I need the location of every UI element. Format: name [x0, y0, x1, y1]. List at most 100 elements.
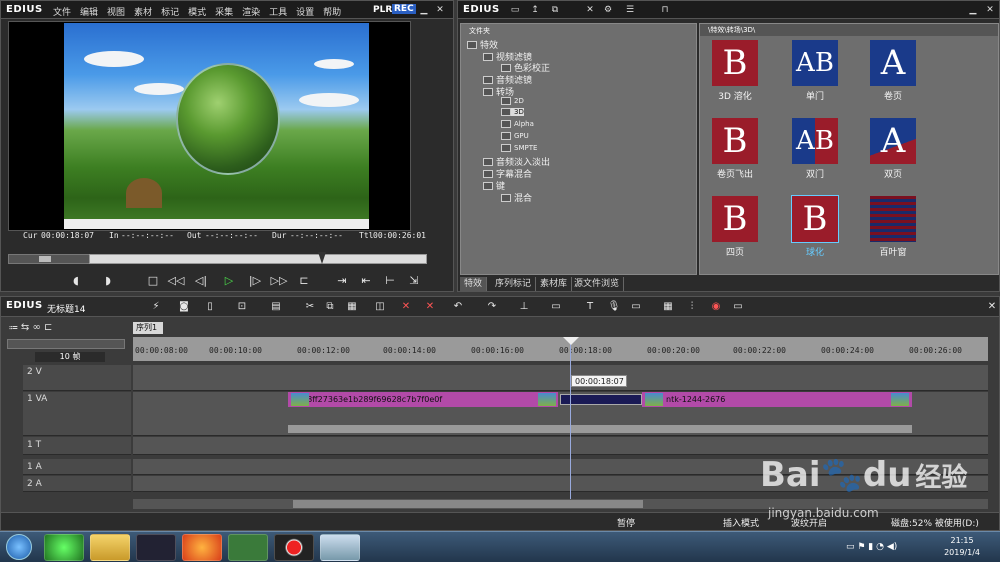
track-tools-icon[interactable]: ⩴ ⇆ ∞ ⊏ [9, 322, 52, 333]
tree-node-alpha[interactable]: Alpha [501, 120, 534, 128]
effect-blinds[interactable]: 百叶窗 [868, 196, 918, 258]
insert-icon[interactable]: ⇥ [333, 274, 351, 288]
replace-icon[interactable]: ◫ [373, 301, 387, 313]
track-head-1t[interactable]: 1 T [23, 437, 131, 455]
save-icon[interactable]: ▤ [269, 301, 283, 313]
settings-icon[interactable]: ⚙ [601, 4, 615, 16]
microphone-icon[interactable]: 🎙 [607, 301, 621, 313]
close-icon[interactable]: ✕ [433, 4, 447, 16]
qq-icon[interactable] [136, 534, 176, 561]
close-icon[interactable]: ✕ [983, 4, 997, 16]
set-out-icon[interactable]: ◗ [99, 274, 117, 288]
minimize-icon[interactable]: ▁ [417, 4, 431, 16]
plr-toggle[interactable]: PLR [373, 5, 392, 15]
app-icon[interactable] [320, 534, 360, 561]
recorder-icon[interactable] [274, 534, 314, 561]
audio-waveform-bar[interactable] [288, 425, 912, 433]
tray-icons[interactable]: ▭ ⚑ ▮ ◔ ◀) [846, 542, 897, 552]
tab-bin[interactable]: 素材库 [536, 277, 573, 291]
menu-marker[interactable]: 标记 [161, 5, 179, 18]
zoom-level[interactable]: 10 帧 [35, 352, 105, 362]
scrollbar-thumb[interactable] [293, 500, 643, 508]
effect-double-door[interactable]: AB 双门 [790, 118, 840, 180]
fast-forward-icon[interactable]: ▷▷ [270, 274, 288, 288]
snap-icon[interactable]: ▭ [549, 301, 563, 313]
close-icon[interactable]: ✕ [985, 301, 999, 313]
time-ruler[interactable]: 00:00:08:00 00:00:10:00 00:00:12:00 00:0… [133, 337, 988, 361]
split-icon[interactable]: ⊢ [381, 274, 399, 288]
minimize-icon[interactable]: ▁ [966, 4, 980, 16]
effect-four-pages[interactable]: B 四页 [710, 196, 760, 258]
new-icon[interactable]: ▯ [203, 301, 217, 313]
position-slider[interactable] [89, 254, 427, 264]
firefox-icon[interactable] [182, 534, 222, 561]
menu-render[interactable]: 渲染 [242, 5, 260, 18]
delete-icon[interactable]: ✕ [399, 301, 413, 313]
transition-clip[interactable] [560, 394, 642, 405]
effect-sphere[interactable]: B 球化 [790, 195, 840, 258]
clock[interactable]: 21:15 2019/1/4 [944, 535, 980, 559]
menu-capture[interactable]: 采集 [215, 5, 233, 18]
delete-icon[interactable]: ✕ [583, 4, 597, 16]
effect-page-fly-out[interactable]: B 卷页飞出 [710, 118, 760, 180]
track-head-2a[interactable]: 2 A [23, 476, 131, 492]
layout-icon[interactable]: ▭ [731, 301, 745, 313]
grid-icon[interactable]: ▦ [661, 301, 675, 313]
split-clip-icon[interactable]: ⊥ [517, 301, 531, 313]
menu-help[interactable]: 帮助 [323, 5, 341, 18]
folder-icon[interactable]: ▭ [508, 4, 522, 16]
view-icon[interactable]: ⧉ [548, 4, 562, 16]
start-button[interactable] [6, 534, 32, 560]
tree-node-smpte[interactable]: SMPTE [501, 144, 537, 152]
tree-node-gpu[interactable]: GPU [501, 132, 529, 140]
undo-icon[interactable]: ↶ [451, 301, 465, 313]
record-icon[interactable]: ◉ [709, 301, 723, 313]
effect-single-door[interactable]: AB 单门 [790, 40, 840, 102]
stop-icon[interactable]: □ [144, 274, 162, 288]
step-forward-icon[interactable]: |▷ [246, 274, 264, 288]
effect-page-curl[interactable]: A 卷页 [868, 40, 918, 102]
ripple-delete-icon[interactable]: ✕ [423, 301, 437, 313]
edius-icon[interactable] [228, 534, 268, 561]
play-icon[interactable]: ▷ [220, 274, 238, 288]
zoom-slider[interactable] [7, 339, 125, 349]
effect-3d-dissolve[interactable]: B 3D 溶化 [710, 40, 760, 102]
tab-effects[interactable]: 特效 [460, 277, 488, 291]
cut-icon[interactable]: ✂ [303, 301, 317, 313]
track-head-1va[interactable]: 1 VA [23, 392, 131, 436]
menu-edit[interactable]: 编辑 [80, 5, 98, 18]
paste-icon[interactable]: ▦ [345, 301, 359, 313]
export-icon[interactable]: ⇲ [405, 274, 423, 288]
tree-node-2d[interactable]: 2D [501, 97, 524, 105]
video-clip-2[interactable]: ntk-1244-2676 [642, 392, 912, 407]
mode-icon[interactable]: ⚡ [149, 301, 163, 313]
render-icon[interactable]: ▭ [629, 301, 643, 313]
playhead[interactable] [570, 339, 571, 499]
menu-mode[interactable]: 模式 [188, 5, 206, 18]
explorer-icon[interactable] [90, 534, 130, 561]
menu-tools[interactable]: 工具 [269, 5, 287, 18]
track-head-2v[interactable]: 2 V [23, 365, 131, 391]
list-view-icon[interactable]: ☰ [623, 4, 637, 16]
tab-sequence-markers[interactable]: 序列标记 [491, 277, 537, 291]
video-clip-1[interactable]: 3a68ff27363e1b289f69628c7b7f0e0f [288, 392, 558, 407]
track-row-1t[interactable] [133, 437, 988, 455]
open-icon[interactable]: ⊡ [235, 301, 249, 313]
shuttle-handle[interactable] [39, 256, 51, 262]
menu-settings[interactable]: 设置 [296, 5, 314, 18]
tree-node-blend[interactable]: 混合 [501, 191, 532, 204]
step-back-icon[interactable]: ◁| [192, 274, 210, 288]
menu-clip[interactable]: 素材 [134, 5, 152, 18]
up-folder-icon[interactable]: ↥ [528, 4, 542, 16]
menu-file[interactable]: 文件 [53, 5, 71, 18]
loop-icon[interactable]: ⊏ [295, 274, 313, 288]
redo-icon[interactable]: ↷ [485, 301, 499, 313]
set-in-icon[interactable]: ◖ [67, 274, 85, 288]
rewind-icon[interactable]: ◁◁ [167, 274, 185, 288]
rec-toggle[interactable]: REC [392, 4, 416, 14]
tab-source-browser[interactable]: 源文件浏览 [570, 277, 625, 291]
overwrite-icon[interactable]: ⇤ [357, 274, 375, 288]
lock-icon[interactable]: ⊓ [658, 4, 672, 16]
copy-icon[interactable]: ⧉ [323, 301, 337, 313]
menu-view[interactable]: 视图 [107, 5, 125, 18]
